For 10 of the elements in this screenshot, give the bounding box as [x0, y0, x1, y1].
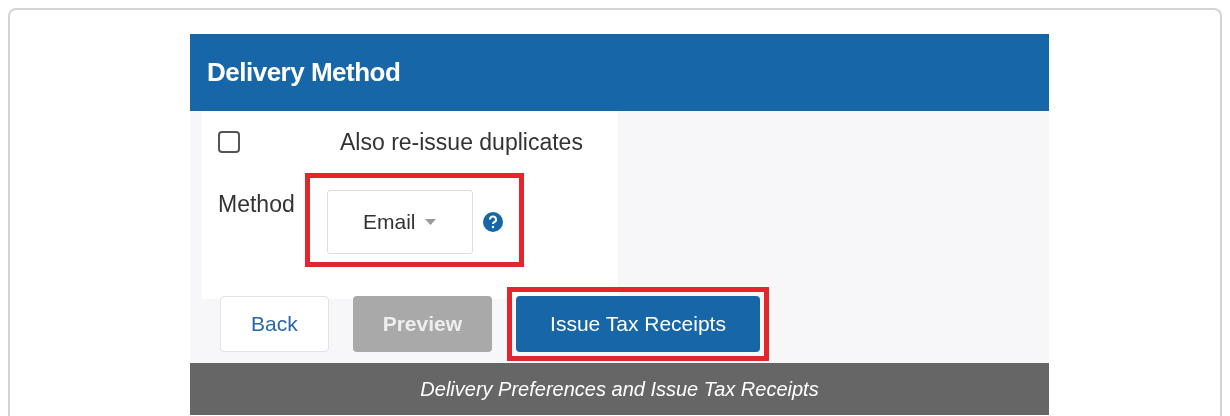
method-select[interactable]: Email — [326, 190, 473, 254]
back-button[interactable]: Back — [220, 296, 329, 352]
checkbox-label: Also re-issue duplicates — [340, 128, 583, 156]
help-icon[interactable] — [482, 212, 503, 232]
caret-icon — [425, 219, 437, 225]
issue-button[interactable]: Issue Tax Receipts — [516, 296, 760, 352]
caption: Delivery Preferences and Issue Tax Receipts — [190, 363, 1049, 415]
method-label: Method — [218, 191, 295, 218]
checkbox[interactable] — [218, 131, 240, 153]
panel-title: Delivery Method — [207, 57, 401, 88]
